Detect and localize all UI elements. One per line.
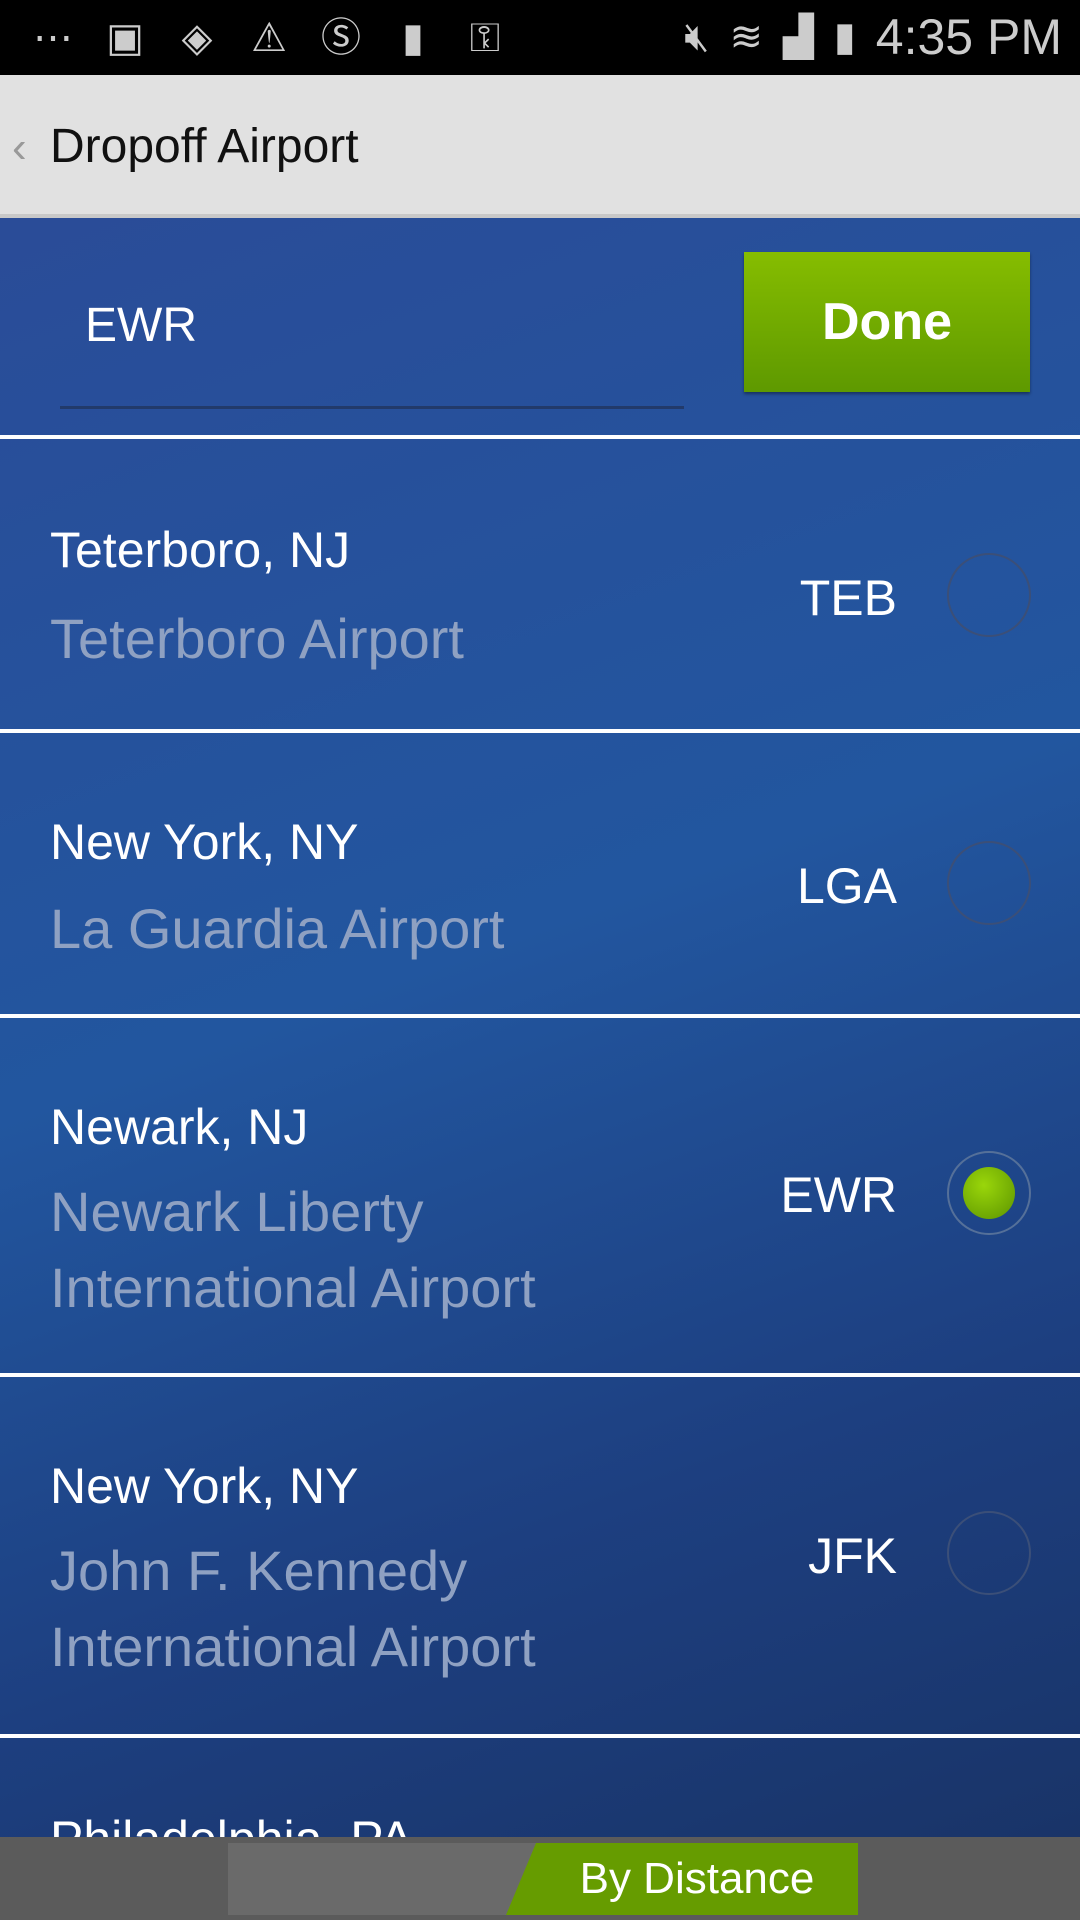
done-button[interactable]: Done xyxy=(744,252,1030,392)
messages-icon: ⋯ xyxy=(33,16,73,60)
mute-icon: 🔇︎ xyxy=(684,14,710,59)
gallery-icon: ▣ xyxy=(106,16,144,60)
list-item[interactable]: New York, NY La Guardia Airport LGA xyxy=(0,733,1080,1016)
s-app-icon: Ⓢ xyxy=(321,16,361,60)
radio-button-selected[interactable] xyxy=(947,1151,1031,1235)
search-underline xyxy=(60,406,684,409)
app-header: ‹ Dropoff Airport xyxy=(0,75,1080,218)
radio-button[interactable] xyxy=(947,1511,1031,1595)
sort-bar: By Distance xyxy=(0,1837,1080,1920)
status-bar: ⋯ ▣ ◈ ⚠ Ⓢ ▮ ⚿ 🔇︎ ≋ ▟ ▮ 4:35 PM xyxy=(0,0,1080,75)
signal-icon: ▟ xyxy=(783,15,814,59)
sort-toggle[interactable]: By Distance xyxy=(228,1843,858,1915)
tmobile-tag-icon: ⚿ xyxy=(469,16,501,60)
airport-code: LGA xyxy=(796,858,897,914)
clock: 4:35 PM xyxy=(875,9,1062,65)
chevron-left-icon[interactable]: ‹ xyxy=(12,123,27,173)
airport-city: Teterboro, NJ xyxy=(50,522,351,578)
airport-code: TEB xyxy=(799,570,897,626)
copy-icon: ▮ xyxy=(401,16,424,60)
wifi-shield-icon: ◈ xyxy=(181,16,213,60)
airport-city: Newark, NJ xyxy=(50,1099,309,1155)
list-item[interactable]: New York, NY John F. Kennedy Internation… xyxy=(0,1377,1080,1733)
page-title[interactable]: Dropoff Airport xyxy=(50,119,359,174)
radio-button[interactable] xyxy=(947,553,1031,637)
airport-city: New York, NY xyxy=(50,1458,359,1514)
list-item[interactable]: Newark, NJ Newark Liberty International … xyxy=(0,1018,1080,1374)
airport-name: Newark Liberty International Airport xyxy=(50,1180,536,1319)
airport-city: Philadelphia, PA xyxy=(50,1810,413,1837)
list-item[interactable]: Teterboro, NJ Teterboro Airport TEB xyxy=(0,439,1080,729)
airport-name: La Guardia Airport xyxy=(50,897,505,960)
airport-name: John F. Kennedy International Airport xyxy=(50,1539,536,1678)
list-item[interactable]: Philadelphia, PA xyxy=(0,1738,1080,1837)
radio-button[interactable] xyxy=(947,841,1031,925)
airport-code: EWR xyxy=(780,1167,897,1223)
airport-code: JFK xyxy=(808,1528,897,1584)
sort-by-distance[interactable]: By Distance xyxy=(506,1843,858,1915)
airport-name: Teterboro Airport xyxy=(50,607,464,670)
airport-list-panel: EWR Done Teterboro, NJ Teterboro Airport… xyxy=(0,218,1080,1838)
warning-icon: ⚠ xyxy=(251,16,287,60)
wifi-icon: ≋ xyxy=(729,15,763,59)
search-value[interactable]: EWR xyxy=(85,298,197,353)
airport-city: New York, NY xyxy=(50,814,359,870)
battery-icon: ▮ xyxy=(833,15,856,59)
